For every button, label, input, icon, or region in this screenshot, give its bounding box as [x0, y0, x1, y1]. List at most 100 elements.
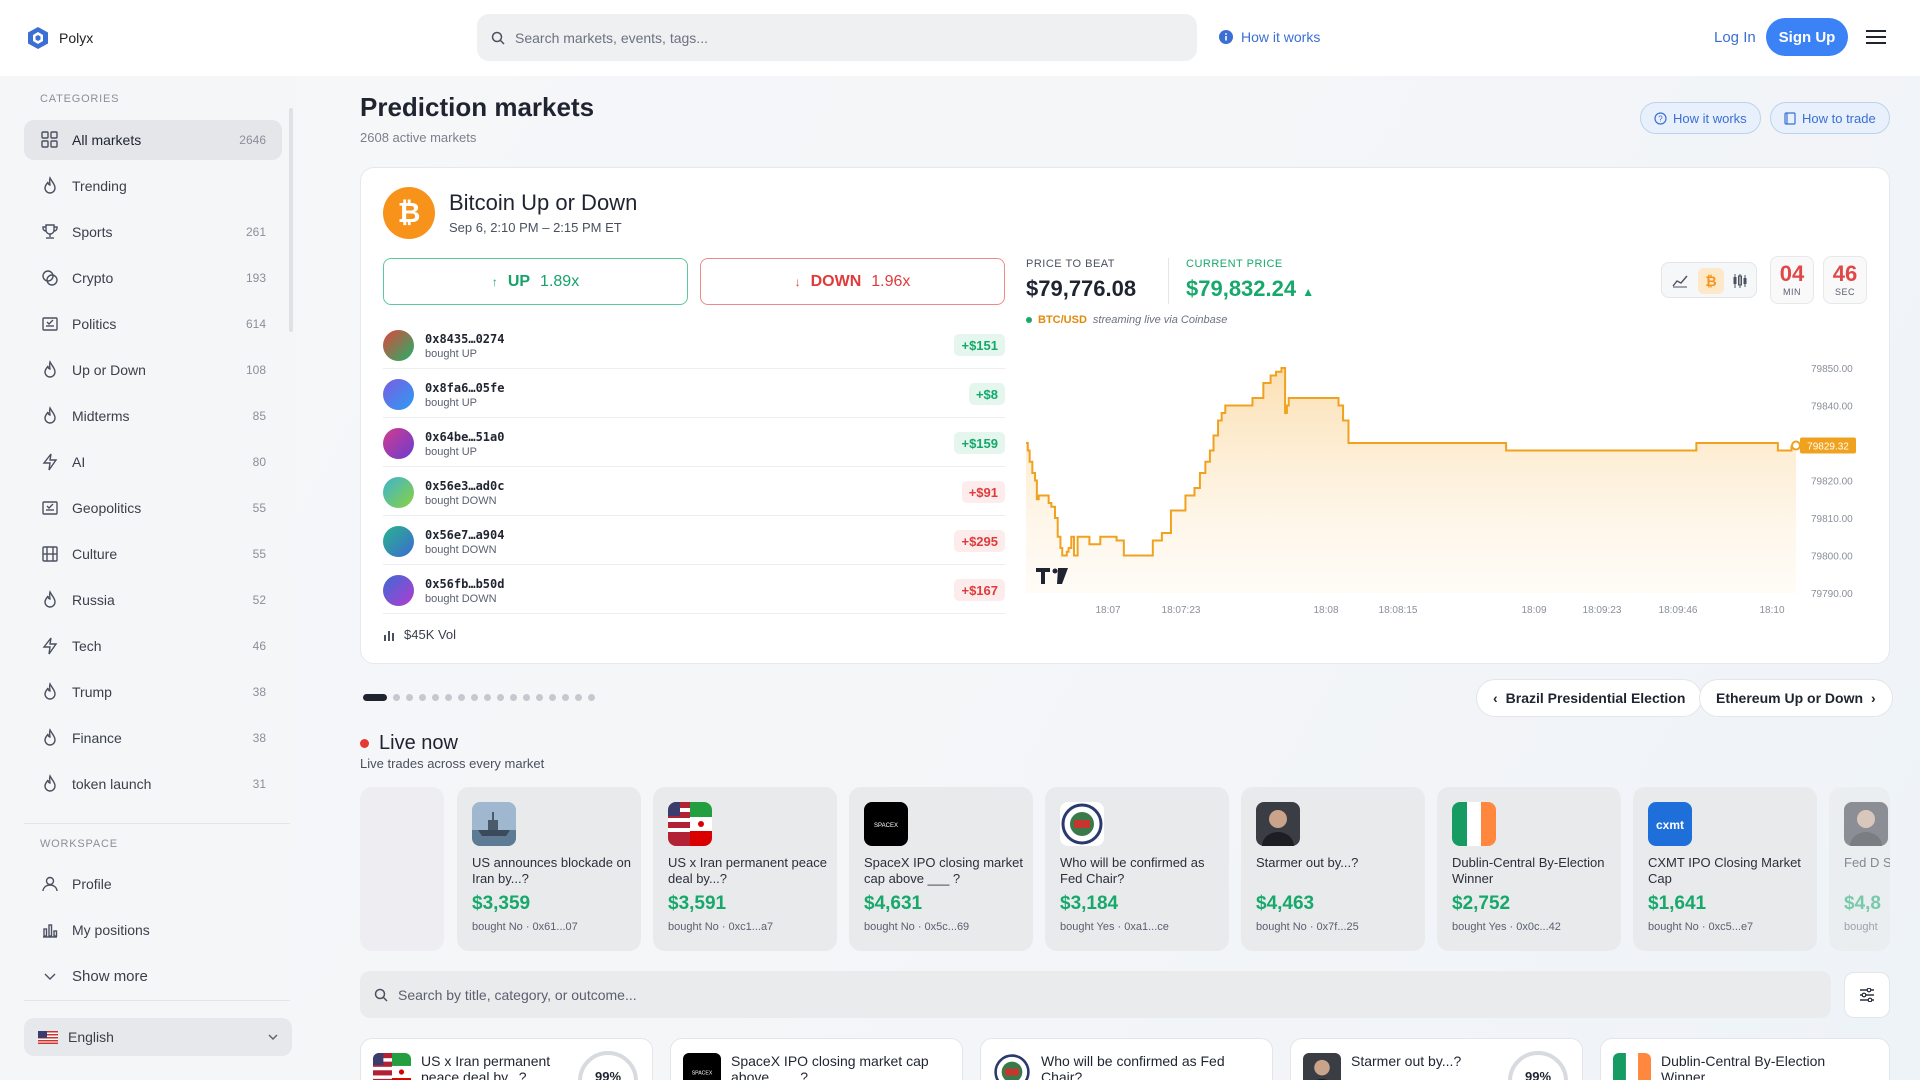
up-button[interactable]: ↑ UP 1.89x [383, 258, 688, 305]
us-iran-flags-image [668, 802, 712, 846]
app-logo[interactable]: Polyx [26, 26, 93, 50]
sidebar-item-up-or-down[interactable]: Up or Down 108 [24, 350, 282, 390]
sidebar-scrollbar[interactable] [289, 108, 293, 332]
carousel-dot[interactable] [575, 694, 582, 701]
carousel-dot[interactable] [536, 694, 543, 701]
current-price-text: $79,832.24 [1186, 276, 1297, 301]
market-card[interactable]: SPACEX SpaceX IPO closing market cap abo… [670, 1038, 963, 1080]
sidebar-item-tech[interactable]: Tech 46 [24, 626, 282, 666]
workspace-heading: WORKSPACE [40, 838, 118, 850]
live-trade-card[interactable]: Who will be confirmed as Fed Chair? $3,1… [1045, 787, 1229, 951]
fed-seal-image [993, 1053, 1031, 1080]
carousel-dot[interactable] [484, 694, 491, 701]
last-price-label: 79829.32 [1807, 442, 1849, 453]
trade-row[interactable]: 0x64be…51a0 bought UP +$159 [383, 418, 1005, 467]
sidebar-item-my-positions[interactable]: My positions [24, 910, 282, 950]
live-card-partial[interactable] [360, 787, 444, 951]
sidebar-item-show-more[interactable]: Show more [24, 956, 282, 996]
bitcoin-chart-icon[interactable]: ₿ [1698, 268, 1724, 294]
live-trade-card[interactable]: Dublin-Central By-Election Winner $2,752… [1437, 787, 1621, 951]
sidebar-item-geopolitics[interactable]: Geopolitics 55 [24, 488, 282, 528]
sidebar-item-label: token launch [72, 776, 152, 792]
avatar [383, 526, 414, 557]
down-button[interactable]: ↓ DOWN 1.96x [700, 258, 1005, 305]
global-search-input[interactable]: Search markets, events, tags... [477, 14, 1197, 61]
carousel-dot[interactable] [562, 694, 569, 701]
trade-row[interactable]: 0x56e7…a904 bought DOWN +$295 [383, 516, 1005, 565]
avatar [383, 379, 414, 410]
flame-icon [40, 406, 60, 426]
carousel-dot[interactable] [393, 694, 400, 701]
trade-row[interactable]: 0x56e3…ad0c bought DOWN +$91 [383, 467, 1005, 516]
fed-seal-image [1060, 802, 1104, 846]
live-trade-card[interactable]: US announces blockade on Iran by...? $3,… [457, 787, 641, 951]
carousel-dot[interactable] [406, 694, 413, 701]
sidebar-item-all-markets[interactable]: All markets 2646 [24, 120, 282, 160]
line-chart-icon[interactable] [1672, 274, 1688, 288]
live-card-amount: $3,359 [472, 893, 531, 914]
carousel-dot[interactable] [471, 694, 478, 701]
sidebar-item-sports[interactable]: Sports 261 [24, 212, 282, 252]
how-it-works-pill[interactable]: ? How it works [1640, 102, 1761, 134]
sidebar-item-culture[interactable]: Culture 55 [24, 534, 282, 574]
carousel-dot[interactable] [523, 694, 530, 701]
market-card[interactable]: US x Iran permanent peace deal by...? 99% [360, 1038, 653, 1080]
sidebar-item-crypto[interactable]: Crypto 193 [24, 258, 282, 298]
y-tick-label: 79840.00 [1811, 402, 1853, 413]
language-select[interactable]: English [24, 1018, 292, 1056]
search-placeholder: Search markets, events, tags... [515, 29, 708, 46]
sidebar-item-russia[interactable]: Russia 52 [24, 580, 282, 620]
trade-row[interactable]: 0x8fa6…05fe bought UP +$8 [383, 369, 1005, 418]
sidebar-item-count: 38 [252, 731, 266, 745]
signup-button[interactable]: Sign Up [1766, 18, 1848, 56]
sidebar-item-ai[interactable]: AI 80 [24, 442, 282, 482]
carousel-dot[interactable] [588, 694, 595, 701]
carousel-dot[interactable] [549, 694, 556, 701]
carousel-dot[interactable] [497, 694, 504, 701]
x-tick-label: 18:08:15 [1379, 605, 1418, 616]
carousel-dot[interactable] [419, 694, 426, 701]
sidebar-item-profile[interactable]: Profile [24, 864, 282, 904]
sidebar-item-trending[interactable]: Trending [24, 166, 282, 206]
login-button[interactable]: Log In [1714, 29, 1756, 46]
sidebar-item-trump[interactable]: Trump 38 [24, 672, 282, 712]
carousel-dot[interactable] [445, 694, 452, 701]
live-card-trader: bought No · 0xc1...a7 [668, 921, 774, 933]
trade-row[interactable]: 0x56fb…b50d bought DOWN +$167 [383, 565, 1005, 614]
market-card[interactable]: Starmer out by...? 99% [1290, 1038, 1583, 1080]
carousel-dot[interactable] [510, 694, 517, 701]
hamburger-menu-icon[interactable] [1866, 29, 1886, 45]
trade-row[interactable]: 0x8435…0274 bought UP +$151 [383, 320, 1005, 369]
live-card-trader: bought Yes · 0x0c...42 [1452, 921, 1561, 933]
market-card-title: Dublin-Central By-Election Winner [1661, 1053, 1826, 1080]
x-tick-label: 18:10 [1759, 605, 1784, 616]
live-trade-card[interactable]: US x Iran permanent peace deal by...? $3… [653, 787, 837, 951]
sidebar-item-count: 85 [252, 409, 266, 423]
how-it-works-link[interactable]: How it works [1219, 29, 1320, 45]
filter-button[interactable] [1844, 972, 1890, 1018]
sidebar-item-midterms[interactable]: Midterms 85 [24, 396, 282, 436]
live-trade-card[interactable]: SPACEX SpaceX IPO closing market cap abo… [849, 787, 1033, 951]
live-trade-card[interactable]: cxmt CXMT IPO Closing Market Cap $1,641 … [1633, 787, 1817, 951]
carousel-dot[interactable] [363, 694, 387, 701]
carousel-prev-button[interactable]: ‹ Brazil Presidential Election [1476, 679, 1703, 717]
featured-market-title[interactable]: Bitcoin Up or Down [449, 190, 637, 216]
how-to-trade-pill[interactable]: How to trade [1770, 102, 1890, 134]
live-trade-card[interactable]: Starmer out by...? $4,463 bought No · 0x… [1241, 787, 1425, 951]
live-card-question: Fed D Septe [1844, 855, 1890, 870]
sidebar-item-finance[interactable]: Finance 38 [24, 718, 282, 758]
sidebar-item-politics[interactable]: Politics 614 [24, 304, 282, 344]
market-search-input[interactable]: Search by title, category, or outcome... [360, 971, 1831, 1018]
carousel-next-button[interactable]: Ethereum Up or Down › [1699, 679, 1893, 717]
timer-seconds-label: SEC [1834, 287, 1855, 297]
carousel-dot[interactable] [458, 694, 465, 701]
sidebar-item-token-launch[interactable]: token launch 31 [24, 764, 282, 804]
x-tick-label: 18:07 [1095, 605, 1120, 616]
candlestick-icon[interactable] [1732, 273, 1748, 289]
carousel-dot[interactable] [432, 694, 439, 701]
market-card[interactable]: Dublin-Central By-Election Winner [1600, 1038, 1890, 1080]
chevron-left-icon: ‹ [1493, 690, 1498, 706]
price-chart[interactable]: 79850.0079840.0079830.0079820.0079810.00… [1026, 348, 1876, 618]
live-trade-card[interactable]: Fed D Septe $4,8 bought [1829, 787, 1890, 951]
market-card[interactable]: Who will be confirmed as Fed Chair? [980, 1038, 1273, 1080]
